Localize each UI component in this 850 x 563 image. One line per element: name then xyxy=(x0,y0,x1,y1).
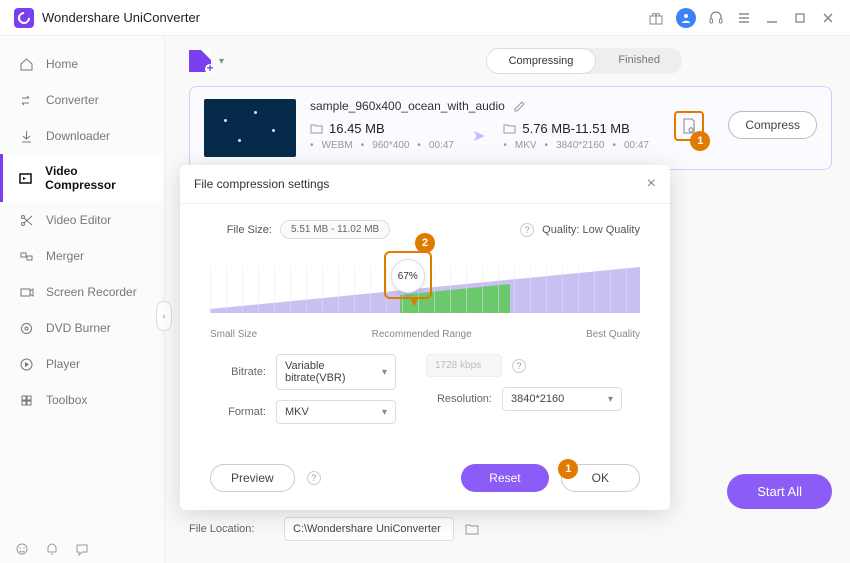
src-dur: 00:47 xyxy=(429,140,454,151)
scissors-icon xyxy=(18,212,34,228)
help-icon[interactable]: ? xyxy=(307,471,321,485)
bitrate-select[interactable]: Variable bitrate(VBR)▾ xyxy=(276,354,396,390)
sidebar-item-label: Video Compressor xyxy=(45,164,146,192)
user-avatar[interactable] xyxy=(676,8,696,28)
file-settings-button[interactable]: 1 xyxy=(674,111,704,141)
play-icon xyxy=(18,356,34,372)
bitrate-kbps-field: 1728 kbps xyxy=(426,354,502,377)
open-folder-icon[interactable] xyxy=(464,521,480,537)
callout-1b: 1 xyxy=(558,459,578,479)
sidebar-item-downloader[interactable]: Downloader xyxy=(0,118,164,154)
sidebar-item-label: Converter xyxy=(46,93,99,107)
folder-icon xyxy=(310,122,323,135)
add-file-button[interactable] xyxy=(189,50,211,72)
edit-name-icon[interactable] xyxy=(513,100,526,113)
sidebar-item-label: Merger xyxy=(46,249,84,263)
disc-icon xyxy=(18,320,34,336)
modal-title: File compression settings xyxy=(194,177,329,191)
slider-handle[interactable]: 67% xyxy=(391,259,425,293)
add-file-chevron-icon[interactable]: ▾ xyxy=(219,56,224,67)
app-title: Wondershare UniConverter xyxy=(42,10,200,25)
notification-icon[interactable] xyxy=(44,541,60,557)
file-card: sample_960x400_ocean_with_audio 16.45 MB… xyxy=(189,86,832,170)
file-location-label: File Location: xyxy=(189,523,274,535)
sidebar-item-label: DVD Burner xyxy=(46,321,111,335)
sidebar: Home Converter Downloader Video Compress… xyxy=(0,36,165,563)
sidebar-item-label: Downloader xyxy=(46,129,110,143)
format-label: Format: xyxy=(210,406,266,418)
tab-switch: Compressing Finished xyxy=(486,48,682,74)
feedback-icon[interactable] xyxy=(14,541,30,557)
headset-icon[interactable] xyxy=(708,10,724,26)
help-icon[interactable]: ? xyxy=(512,359,526,373)
pin-icon: ▼ xyxy=(407,293,421,309)
sidebar-item-label: Home xyxy=(46,57,78,71)
reset-button[interactable]: Reset xyxy=(461,464,548,492)
tab-finished[interactable]: Finished xyxy=(596,48,682,74)
home-icon xyxy=(18,56,34,72)
file-name: sample_960x400_ocean_with_audio xyxy=(310,99,505,113)
app-logo xyxy=(14,8,34,28)
bitrate-label: Bitrate: xyxy=(210,366,266,378)
sidebar-item-label: Toolbox xyxy=(46,393,87,407)
graph-label-best: Best Quality xyxy=(586,329,640,340)
sidebar-item-dvd-burner[interactable]: DVD Burner xyxy=(0,310,164,346)
toolbox-icon xyxy=(18,392,34,408)
help-icon[interactable]: ? xyxy=(520,223,534,237)
callout-2: 2 xyxy=(415,233,435,253)
start-all-button[interactable]: Start All xyxy=(727,474,832,509)
format-select[interactable]: MKV▾ xyxy=(276,400,396,424)
video-thumbnail xyxy=(204,99,296,157)
compression-settings-modal: File compression settings × File Size: 5… xyxy=(180,165,670,510)
maximize-icon[interactable] xyxy=(792,10,808,26)
dst-res: 3840*2160 xyxy=(556,140,604,151)
src-size: 16.45 MB xyxy=(329,121,385,136)
file-location-field[interactable]: C:\Wondershare UniConverter xyxy=(284,517,454,541)
converter-icon xyxy=(18,92,34,108)
callout-1: 1 xyxy=(690,131,710,151)
sidebar-item-home[interactable]: Home xyxy=(0,46,164,82)
compression-graph[interactable]: 67% ▼ 2 xyxy=(210,253,640,325)
gift-icon[interactable] xyxy=(648,10,664,26)
message-icon[interactable] xyxy=(74,541,90,557)
preview-button[interactable]: Preview xyxy=(210,464,295,492)
src-res: 960*400 xyxy=(372,140,409,151)
modal-quality-label: Quality: Low Quality xyxy=(542,224,640,236)
folder-icon xyxy=(503,122,516,135)
minimize-icon[interactable] xyxy=(764,10,780,26)
compress-icon xyxy=(18,170,33,186)
sidebar-item-label: Player xyxy=(46,357,80,371)
resolution-label: Resolution: xyxy=(426,393,492,405)
merge-icon xyxy=(18,248,34,264)
close-icon[interactable] xyxy=(820,10,836,26)
sidebar-item-video-compressor[interactable]: Video Compressor xyxy=(0,154,164,202)
compress-button[interactable]: Compress xyxy=(728,111,817,139)
src-format: WEBM xyxy=(322,140,353,151)
sidebar-item-label: Video Editor xyxy=(46,213,111,227)
sidebar-item-label: Screen Recorder xyxy=(46,285,137,299)
graph-label-small: Small Size xyxy=(210,329,257,340)
modal-close-button[interactable]: × xyxy=(647,175,656,193)
dst-size: 5.76 MB-11.51 MB xyxy=(522,121,629,136)
arrow-right-icon: ➤ xyxy=(472,126,485,146)
tab-compressing[interactable]: Compressing xyxy=(486,48,597,74)
titlebar: Wondershare UniConverter xyxy=(0,0,850,36)
modal-filesize-label: File Size: xyxy=(210,224,272,236)
sidebar-item-video-editor[interactable]: Video Editor xyxy=(0,202,164,238)
menu-icon[interactable] xyxy=(736,10,752,26)
sidebar-item-toolbox[interactable]: Toolbox xyxy=(0,382,164,418)
recorder-icon xyxy=(18,284,34,300)
dst-format: MKV xyxy=(515,140,537,151)
graph-label-recommended: Recommended Range xyxy=(372,329,472,340)
dst-dur: 00:47 xyxy=(624,140,649,151)
resolution-select[interactable]: 3840*2160▾ xyxy=(502,387,622,411)
sidebar-item-screen-recorder[interactable]: Screen Recorder xyxy=(0,274,164,310)
download-icon xyxy=(18,128,34,144)
sidebar-item-player[interactable]: Player xyxy=(0,346,164,382)
sidebar-item-converter[interactable]: Converter xyxy=(0,82,164,118)
modal-filesize-value: 5.51 MB - 11.02 MB xyxy=(280,220,390,239)
sidebar-item-merger[interactable]: Merger xyxy=(0,238,164,274)
